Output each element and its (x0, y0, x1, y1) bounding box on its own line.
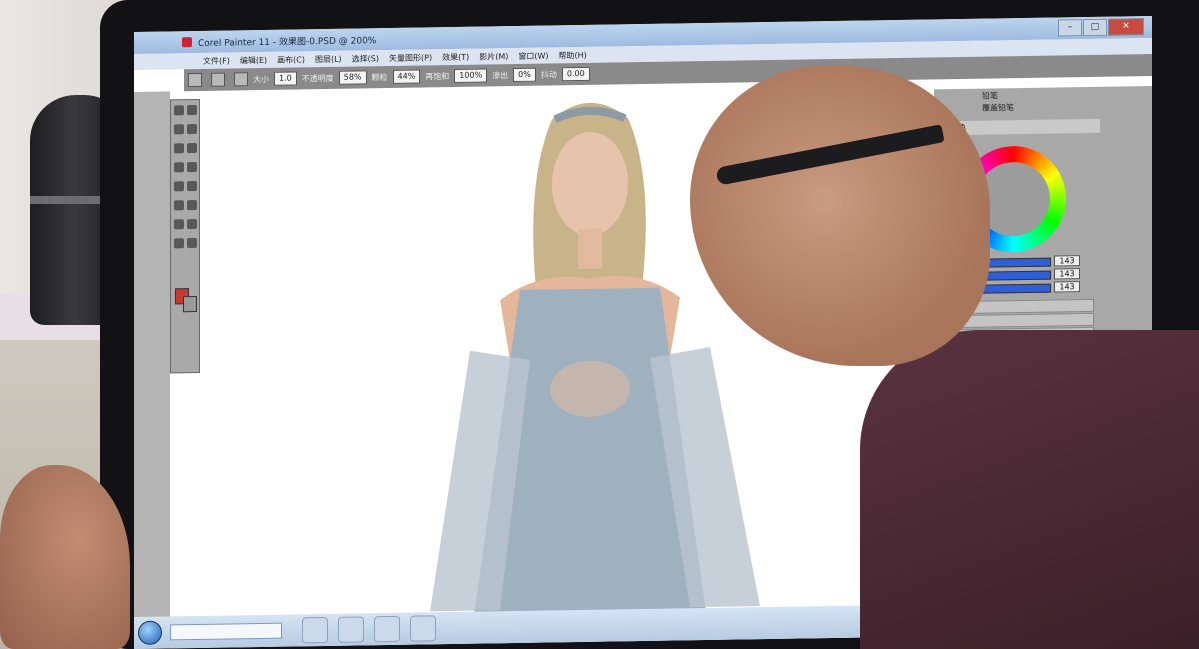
menu-canvas[interactable]: 画布(C) (272, 54, 310, 66)
menu-window[interactable]: 窗口(W) (513, 50, 553, 62)
resat-label: 再饱和 (425, 71, 450, 81)
blue-value[interactable]: 143 (1054, 281, 1080, 293)
menu-movie[interactable]: 影片(M) (474, 51, 513, 63)
hand-tool-icon[interactable] (187, 238, 197, 249)
minimize-button[interactable]: – (1058, 19, 1082, 37)
close-button[interactable]: ✕ (1108, 18, 1144, 36)
pen-app-icon[interactable] (374, 615, 400, 643)
menu-edit[interactable]: 编辑(E) (235, 54, 272, 66)
brush-tool-icon[interactable] (174, 105, 184, 116)
lasso-tool-icon[interactable] (174, 124, 184, 135)
window-controls: – □ ✕ (1058, 18, 1144, 37)
bleed-label: 渗出 (492, 70, 509, 80)
blend-tool-icon[interactable] (187, 219, 197, 230)
rotate-tool-icon[interactable] (187, 200, 197, 211)
jitter-label: 抖动 (540, 69, 557, 80)
transform-tool-icon[interactable] (187, 143, 197, 154)
text-tool-icon[interactable] (174, 181, 184, 192)
taskbar-search[interactable] (170, 622, 282, 641)
resat-input[interactable]: 100% (454, 68, 488, 83)
brush-variant[interactable]: 覆盖铅笔 (982, 102, 1014, 114)
brush-category[interactable]: 铅笔 (982, 90, 998, 101)
red-value[interactable]: 143 (1054, 255, 1080, 267)
app-icon (182, 37, 192, 48)
menu-help[interactable]: 帮助(H) (554, 49, 592, 61)
green-value[interactable]: 143 (1054, 268, 1080, 280)
bleed-input[interactable]: 0% (513, 67, 536, 83)
menu-shapes[interactable]: 矢量图形(P) (384, 52, 437, 64)
secondary-color-swatch[interactable] (183, 296, 197, 313)
stroke-type-icon[interactable] (234, 72, 248, 87)
menu-select[interactable]: 选择(S) (347, 53, 384, 65)
dropper-tool-icon[interactable] (187, 105, 197, 116)
menu-effects[interactable]: 效果(T) (437, 51, 474, 63)
folder-icon[interactable] (410, 615, 436, 642)
app-title: Corel Painter 11 (198, 37, 271, 49)
reset-tool-icon[interactable] (211, 72, 225, 87)
move-tool-icon[interactable] (187, 124, 197, 135)
grain-input[interactable]: 44% (392, 69, 421, 84)
size-label: 大小 (253, 74, 269, 84)
opacity-input[interactable]: 58% (338, 70, 367, 85)
window-title: Corel Painter 11 - 效果图-0.PSD @ 200% (198, 35, 377, 49)
type-tool-icon[interactable] (187, 181, 197, 192)
opacity-label: 不透明度 (301, 73, 334, 83)
pen-tool-icon[interactable] (174, 200, 184, 211)
eraser-tool-icon[interactable] (174, 219, 184, 230)
sleeve (860, 330, 1199, 649)
shape-tool-icon[interactable] (174, 162, 184, 173)
menu-layers[interactable]: 图层(L) (310, 53, 347, 65)
brush-icon[interactable] (188, 72, 202, 88)
crop-tool-icon[interactable] (174, 143, 184, 154)
size-input[interactable]: 1.0 (274, 71, 297, 86)
menu-file[interactable]: 文件(F) (198, 55, 235, 67)
maximize-button[interactable]: □ (1083, 18, 1107, 37)
toolbox (170, 98, 200, 374)
magnifier-icon[interactable] (174, 238, 184, 249)
globe-icon[interactable] (338, 616, 364, 643)
paw-icon[interactable] (302, 616, 328, 644)
start-orb-icon[interactable] (138, 620, 162, 645)
document-title: 效果图-0.PSD @ 200% (279, 35, 377, 48)
jitter-input[interactable]: 0.00 (561, 66, 590, 82)
rect-tool-icon[interactable] (187, 162, 197, 173)
grain-label: 颗粒 (371, 72, 388, 82)
workspace-gutter (134, 91, 170, 649)
